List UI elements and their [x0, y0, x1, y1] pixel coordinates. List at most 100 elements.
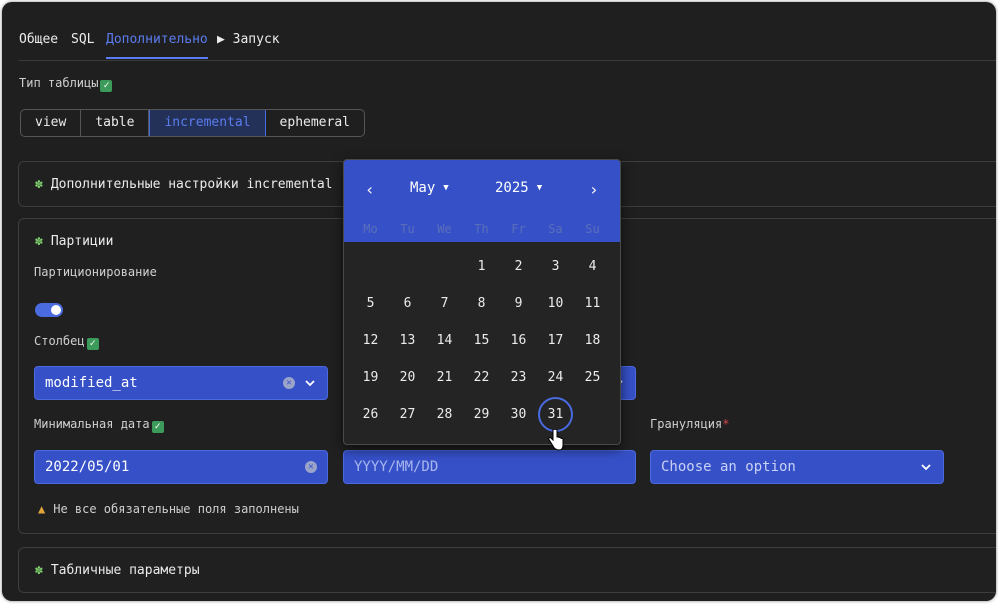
year-select[interactable]: 2025 ▼ [495, 180, 542, 196]
table-type-label: Тип таблицы ✓ [19, 76, 113, 92]
table-type-label-text: Тип таблицы [19, 76, 99, 90]
column-label: Столбец ✓ [34, 334, 99, 350]
calendar-day-29[interactable]: 29 [463, 396, 500, 433]
chevron-down-icon: ▼ [536, 183, 543, 193]
validation-warning-text: Не все обязательные поля заполнены [53, 502, 299, 516]
toggle-knob [51, 305, 61, 315]
calendar-day-18[interactable]: 18 [574, 322, 611, 359]
granularity-select[interactable]: Choose an option [650, 450, 944, 484]
chevron-down-icon[interactable] [305, 378, 315, 388]
calendar-day-14[interactable]: 14 [426, 322, 463, 359]
prev-month-button[interactable]: ‹ [365, 180, 375, 199]
partitions-title: Партиции [50, 234, 114, 249]
tab-general[interactable]: Общее [19, 32, 58, 60]
calendar-day-1[interactable]: 1 [463, 248, 500, 285]
month-value: May [410, 180, 436, 196]
calendar-day-6[interactable]: 6 [389, 285, 426, 322]
partitions-header: ✽ Партиции [35, 234, 113, 249]
calendar-day-16[interactable]: 16 [500, 322, 537, 359]
calendar-day-5[interactable]: 5 [352, 285, 389, 322]
calendar-day-4[interactable]: 4 [574, 248, 611, 285]
calendar-day-12[interactable]: 12 [352, 322, 389, 359]
column-label-text: Столбец [34, 334, 85, 348]
calendar-day-8[interactable]: 8 [463, 285, 500, 322]
incremental-settings-title: Дополнительные настройки incremental [50, 177, 333, 192]
calendar-day-25[interactable]: 25 [574, 359, 611, 396]
calendar-day-3[interactable]: 3 [537, 248, 574, 285]
table-type-view[interactable]: view [21, 110, 82, 136]
calendar-day-19[interactable]: 19 [352, 359, 389, 396]
weekday-mo: Mo [363, 222, 378, 236]
calendar-day-22[interactable]: 22 [463, 359, 500, 396]
calendar-day-20[interactable]: 20 [389, 359, 426, 396]
check-icon: ✓ [100, 80, 113, 92]
partitioning-label: Партиционирование [34, 265, 157, 279]
table-params-header: ✽ Табличные параметры [35, 563, 200, 578]
year-value: 2025 [495, 180, 529, 196]
clear-icon[interactable]: ✕ [283, 377, 295, 389]
table-type-table[interactable]: table [81, 110, 150, 136]
puzzle-icon: ✽ [35, 563, 43, 578]
partitioning-toggle[interactable] [35, 303, 63, 317]
column-select-value: modified_at [45, 375, 138, 391]
weekday-su: Su [585, 222, 600, 236]
granularity-label: Грануляция* [650, 417, 729, 431]
calendar-day-30[interactable]: 30 [500, 396, 537, 433]
tab-bar: Общее SQL Дополнительно ▶ Запуск [19, 32, 996, 61]
date-picker-header: ‹ May ▼ 2025 ▼ › Mo Tu We Th Fr Sa Su [344, 160, 620, 242]
hand-cursor-icon [548, 429, 564, 451]
calendar-day-26[interactable]: 26 [352, 396, 389, 433]
calendar-day-21[interactable]: 21 [426, 359, 463, 396]
calendar-day-28[interactable]: 28 [426, 396, 463, 433]
month-select[interactable]: May ▼ [410, 180, 449, 196]
puzzle-icon: ✽ [35, 234, 43, 249]
puzzle-icon: ✽ [35, 177, 43, 192]
min-date-input[interactable]: 2022/05/01 ✕ [34, 450, 328, 484]
table-type-selector: view table incremental ephemeral [20, 109, 365, 137]
next-month-button[interactable]: › [589, 180, 599, 199]
weekday-sa: Sa [548, 222, 563, 236]
min-date-value: 2022/05/01 [45, 459, 130, 475]
app-window: Общее SQL Дополнительно ▶ Запуск Тип таб… [2, 2, 996, 601]
check-icon: ✓ [86, 338, 99, 350]
granularity-label-text: Грануляция [650, 417, 723, 431]
warning-icon: ▲ [38, 502, 46, 516]
chevron-down-icon: ▼ [443, 183, 449, 193]
table-type-ephemeral[interactable]: ephemeral [266, 110, 364, 136]
calendar-day-13[interactable]: 13 [389, 322, 426, 359]
weekday-tu: Tu [400, 222, 415, 236]
calendar-day-7[interactable]: 7 [426, 285, 463, 322]
table-type-incremental[interactable]: incremental [149, 110, 266, 136]
check-icon: ✓ [151, 421, 164, 433]
column-select[interactable]: modified_at ✕ [34, 366, 328, 400]
tab-run[interactable]: ▶ Запуск [217, 32, 280, 60]
weekday-fr: Fr [511, 222, 526, 236]
weekday-we: We [437, 222, 452, 236]
weekday-th: Th [474, 222, 489, 236]
calendar-day-23[interactable]: 23 [500, 359, 537, 396]
calendar-day-9[interactable]: 9 [500, 285, 537, 322]
chevron-down-icon[interactable] [921, 462, 931, 472]
clear-icon[interactable]: ✕ [305, 461, 317, 473]
validation-warning: ▲ Не все обязательные поля заполнены [38, 502, 299, 516]
incremental-settings-header: ✽ Дополнительные настройки incremental [35, 177, 333, 192]
tab-sql[interactable]: SQL [71, 32, 94, 60]
calendar-day-10[interactable]: 10 [537, 285, 574, 322]
calendar-day-11[interactable]: 11 [574, 285, 611, 322]
table-params-title: Табличные параметры [50, 563, 200, 578]
calendar-day-27[interactable]: 27 [389, 396, 426, 433]
calendar-day-2[interactable]: 2 [500, 248, 537, 285]
max-date-text-input[interactable] [354, 459, 635, 475]
calendar-day-24[interactable]: 24 [537, 359, 574, 396]
calendar-day-17[interactable]: 17 [537, 322, 574, 359]
required-mark: * [722, 417, 730, 431]
table-params-panel[interactable]: ✽ Табличные параметры [18, 547, 996, 593]
min-date-label: Минимальная дата ✓ [34, 417, 164, 433]
date-picker-popup: ‹ May ▼ 2025 ▼ › Mo Tu We Th Fr Sa Su 1234567891… [343, 159, 621, 445]
max-date-input[interactable] [343, 450, 636, 484]
calendar-day-31[interactable]: 31 [538, 397, 573, 432]
min-date-label-text: Минимальная дата [34, 417, 150, 431]
granularity-placeholder: Choose an option [661, 459, 796, 475]
tab-advanced[interactable]: Дополнительно [106, 32, 208, 59]
calendar-day-15[interactable]: 15 [463, 322, 500, 359]
